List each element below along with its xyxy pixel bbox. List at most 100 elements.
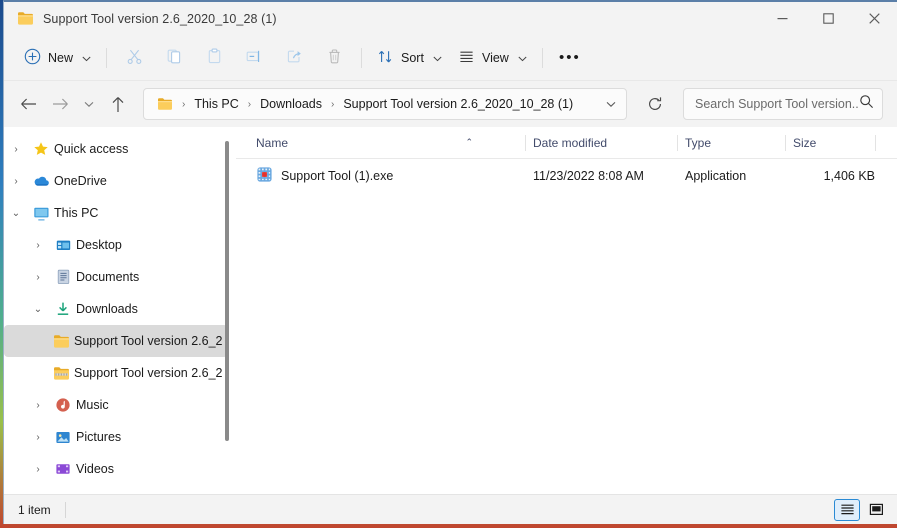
sidebar-item-downloads[interactable]: ⌄ Downloads — [4, 293, 228, 325]
column-header-name-label: Name — [256, 135, 289, 150]
sidebar-item-support-tool-folder[interactable]: Support Tool version 2.6_202 — [4, 325, 228, 357]
chevron-right-icon[interactable]: › — [26, 272, 50, 283]
up-button[interactable] — [102, 88, 134, 120]
folder-icon — [17, 11, 34, 26]
new-button[interactable]: New — [16, 42, 99, 74]
column-header-spacer — [875, 130, 897, 156]
breadcrumb-item-current-folder[interactable]: Support Tool version 2.6_2020_10_28 (1) — [339, 92, 577, 116]
more-options-button[interactable]: ••• — [550, 42, 590, 74]
delete-button[interactable] — [314, 42, 354, 74]
forward-button[interactable] — [44, 88, 76, 120]
sidebar-item-label: Pictures — [76, 430, 122, 444]
sidebar-item-music[interactable]: › Music — [4, 389, 228, 421]
sort-ascending-icon: ⌃ — [465, 137, 473, 147]
sidebar-item-label: Support Tool version 2.6_202 — [74, 334, 222, 348]
sidebar-item-quick-access[interactable]: › Quick access — [4, 133, 228, 165]
share-button[interactable] — [274, 42, 314, 74]
column-header-date-modified[interactable]: Date modified — [525, 130, 677, 156]
column-header-size[interactable]: Size — [785, 130, 875, 156]
sidebar-item-label: Desktop — [76, 238, 122, 252]
videos-icon — [50, 462, 76, 476]
monitor-icon — [28, 206, 54, 221]
chevron-down-icon — [433, 51, 442, 65]
breadcrumb-separator: › — [330, 98, 335, 110]
file-explorer-window: Support Tool version 2.6_2020_10_28 (1) … — [3, 0, 897, 524]
search-input[interactable] — [695, 97, 859, 111]
recent-locations-button[interactable] — [76, 88, 102, 120]
file-name-cell: Support Tool (1).exe — [248, 166, 525, 186]
command-bar: New Sort View ••• — [4, 35, 897, 81]
star-icon — [28, 141, 54, 157]
breadcrumb-item-downloads[interactable]: Downloads — [256, 92, 326, 116]
sidebar-item-onedrive[interactable]: › OneDrive — [4, 165, 228, 197]
chevron-right-icon[interactable]: › — [4, 176, 28, 187]
title-bar: Support Tool version 2.6_2020_10_28 (1) — [4, 2, 897, 35]
ellipsis-icon: ••• — [558, 49, 581, 66]
copy-icon — [166, 48, 183, 68]
sidebar-item-label: Support Tool version 2.6_202 — [74, 366, 222, 380]
paste-button[interactable] — [194, 42, 234, 74]
breadcrumb-separator: › — [182, 98, 186, 110]
sort-arrows-icon — [377, 48, 394, 68]
large-icons-view-button[interactable] — [863, 499, 889, 521]
cut-button[interactable] — [114, 42, 154, 74]
chevron-right-icon[interactable]: › — [26, 400, 50, 411]
view-button-label: View — [481, 50, 509, 65]
sidebar-item-this-pc[interactable]: ⌄ This PC — [4, 197, 228, 229]
minimize-button[interactable] — [759, 2, 805, 35]
breadcrumb[interactable]: › This PC › Downloads › Support Tool ver… — [143, 88, 627, 120]
column-header-name[interactable]: Name ⌃ — [248, 130, 525, 156]
rename-button[interactable] — [234, 42, 274, 74]
desktop-icon — [50, 238, 76, 253]
sidebar-item-label: Documents — [76, 270, 140, 284]
folder-icon — [48, 334, 74, 349]
refresh-button[interactable] — [639, 88, 671, 120]
file-size-cell: 1,406 KB — [823, 169, 875, 183]
sidebar-item-label: Music — [76, 398, 109, 412]
trash-icon — [326, 48, 343, 68]
scissors-icon — [126, 48, 143, 68]
maximize-button[interactable] — [805, 2, 851, 35]
details-view-button[interactable] — [834, 498, 860, 521]
breadcrumb-dropdown-button[interactable] — [598, 91, 624, 117]
chevron-down-icon — [82, 51, 91, 65]
status-divider — [64, 501, 66, 518]
sidebar-item-desktop[interactable]: › Desktop — [4, 229, 228, 261]
toolbar-divider-3 — [541, 47, 543, 68]
breadcrumb-folder-icon[interactable] — [153, 92, 177, 116]
chevron-right-icon[interactable]: › — [26, 240, 50, 251]
breadcrumb-item-this-pc[interactable]: This PC — [190, 92, 242, 116]
sidebar-scrollbar-thumb[interactable] — [225, 141, 229, 441]
sort-button-label: Sort — [401, 50, 424, 65]
download-icon — [50, 301, 76, 317]
back-button[interactable] — [12, 88, 44, 120]
sidebar-item-documents[interactable]: › Documents — [4, 261, 228, 293]
chevron-right-icon[interactable]: › — [26, 464, 50, 475]
music-icon — [50, 397, 76, 413]
chevron-down-icon[interactable]: ⌄ — [26, 304, 50, 315]
clipboard-icon — [206, 48, 223, 68]
table-row[interactable]: Support Tool (1).exe 11/23/2022 8:08 AM … — [244, 162, 889, 190]
search-box[interactable] — [683, 88, 883, 120]
new-button-label: New — [48, 50, 74, 65]
search-icon[interactable] — [859, 94, 874, 114]
zip-folder-icon — [48, 366, 74, 381]
address-bar-row: › This PC › Downloads › Support Tool ver… — [4, 81, 897, 127]
chevron-down-icon — [518, 51, 527, 65]
chevron-right-icon[interactable]: › — [4, 144, 28, 155]
sort-button[interactable]: Sort — [369, 42, 450, 74]
sidebar-item-pictures[interactable]: › Pictures — [4, 421, 228, 453]
copy-button[interactable] — [154, 42, 194, 74]
column-header-type[interactable]: Type — [677, 130, 785, 156]
cloud-icon — [28, 174, 54, 188]
sidebar-item-support-tool-zip[interactable]: Support Tool version 2.6_202 — [4, 357, 228, 389]
close-button[interactable] — [851, 2, 897, 35]
sidebar-scrollbar[interactable] — [222, 141, 232, 480]
sidebar-item-label: Quick access — [54, 142, 129, 156]
chevron-right-icon[interactable]: › — [26, 432, 50, 443]
chevron-down-icon[interactable]: ⌄ — [4, 208, 28, 219]
view-button[interactable]: View — [450, 42, 535, 74]
sidebar-item-label: Downloads — [76, 302, 138, 316]
column-header-type-label: Type — [685, 135, 712, 150]
sidebar-item-videos[interactable]: › Videos — [4, 453, 228, 485]
